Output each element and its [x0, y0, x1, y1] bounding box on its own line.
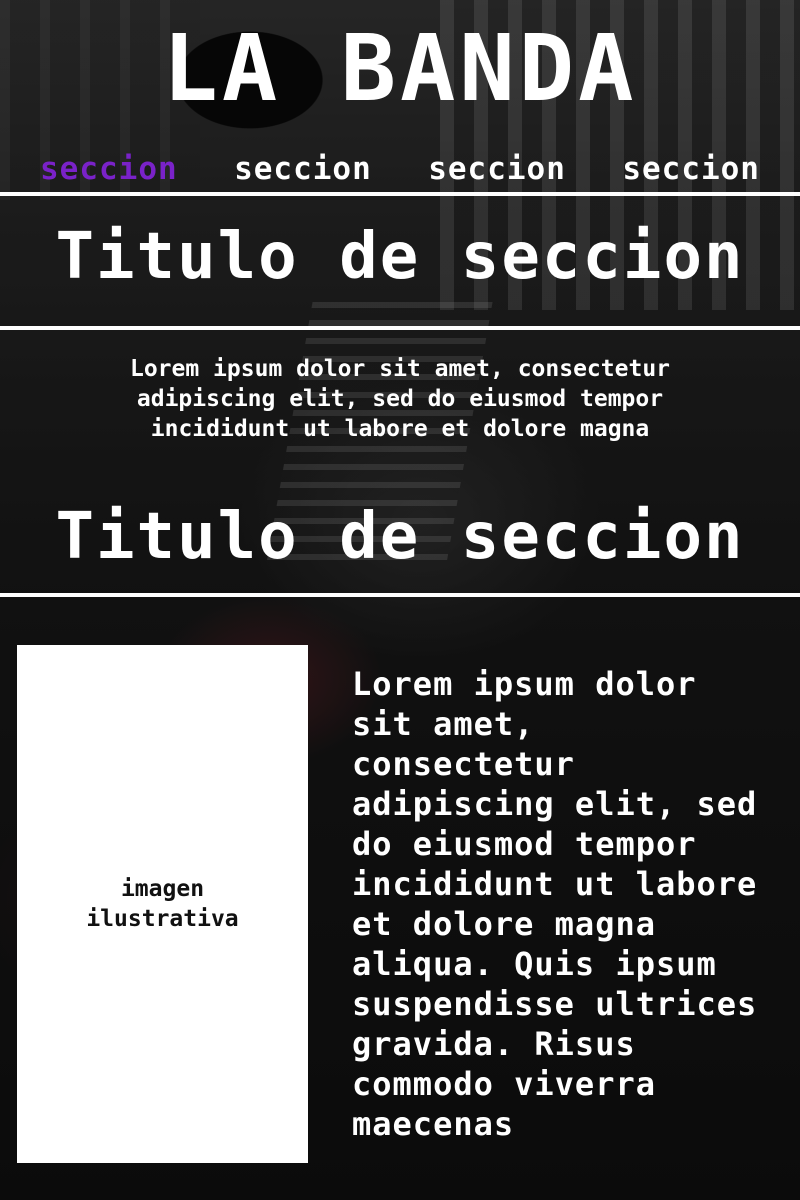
nav-item-1[interactable]: seccion [40, 151, 178, 187]
nav-item-2[interactable]: seccion [234, 151, 372, 187]
section-title-2: Titulo de seccion [55, 500, 745, 574]
main-nav: seccion seccion seccion seccion [0, 146, 800, 192]
divider-section-2 [0, 593, 800, 597]
section-1-text: Lorem ipsum dolor sit amet, consectetur … [129, 356, 671, 442]
nav-item-4[interactable]: seccion [622, 151, 760, 187]
divider-top [0, 192, 800, 196]
image-caption: imagen ilustrativa [86, 876, 239, 932]
divider-section-1 [0, 326, 800, 330]
section-title-1: Titulo de seccion [55, 220, 745, 294]
site-title: LA BANDA [162, 15, 638, 122]
section-2-text: Lorem ipsum dolor sit amet, consectetur … [352, 665, 758, 1143]
nav-item-3[interactable]: seccion [428, 151, 566, 187]
page-content: LA BANDA seccion seccion seccion seccion… [0, 0, 800, 1163]
illustrative-image: imagen ilustrativa [17, 645, 308, 1163]
